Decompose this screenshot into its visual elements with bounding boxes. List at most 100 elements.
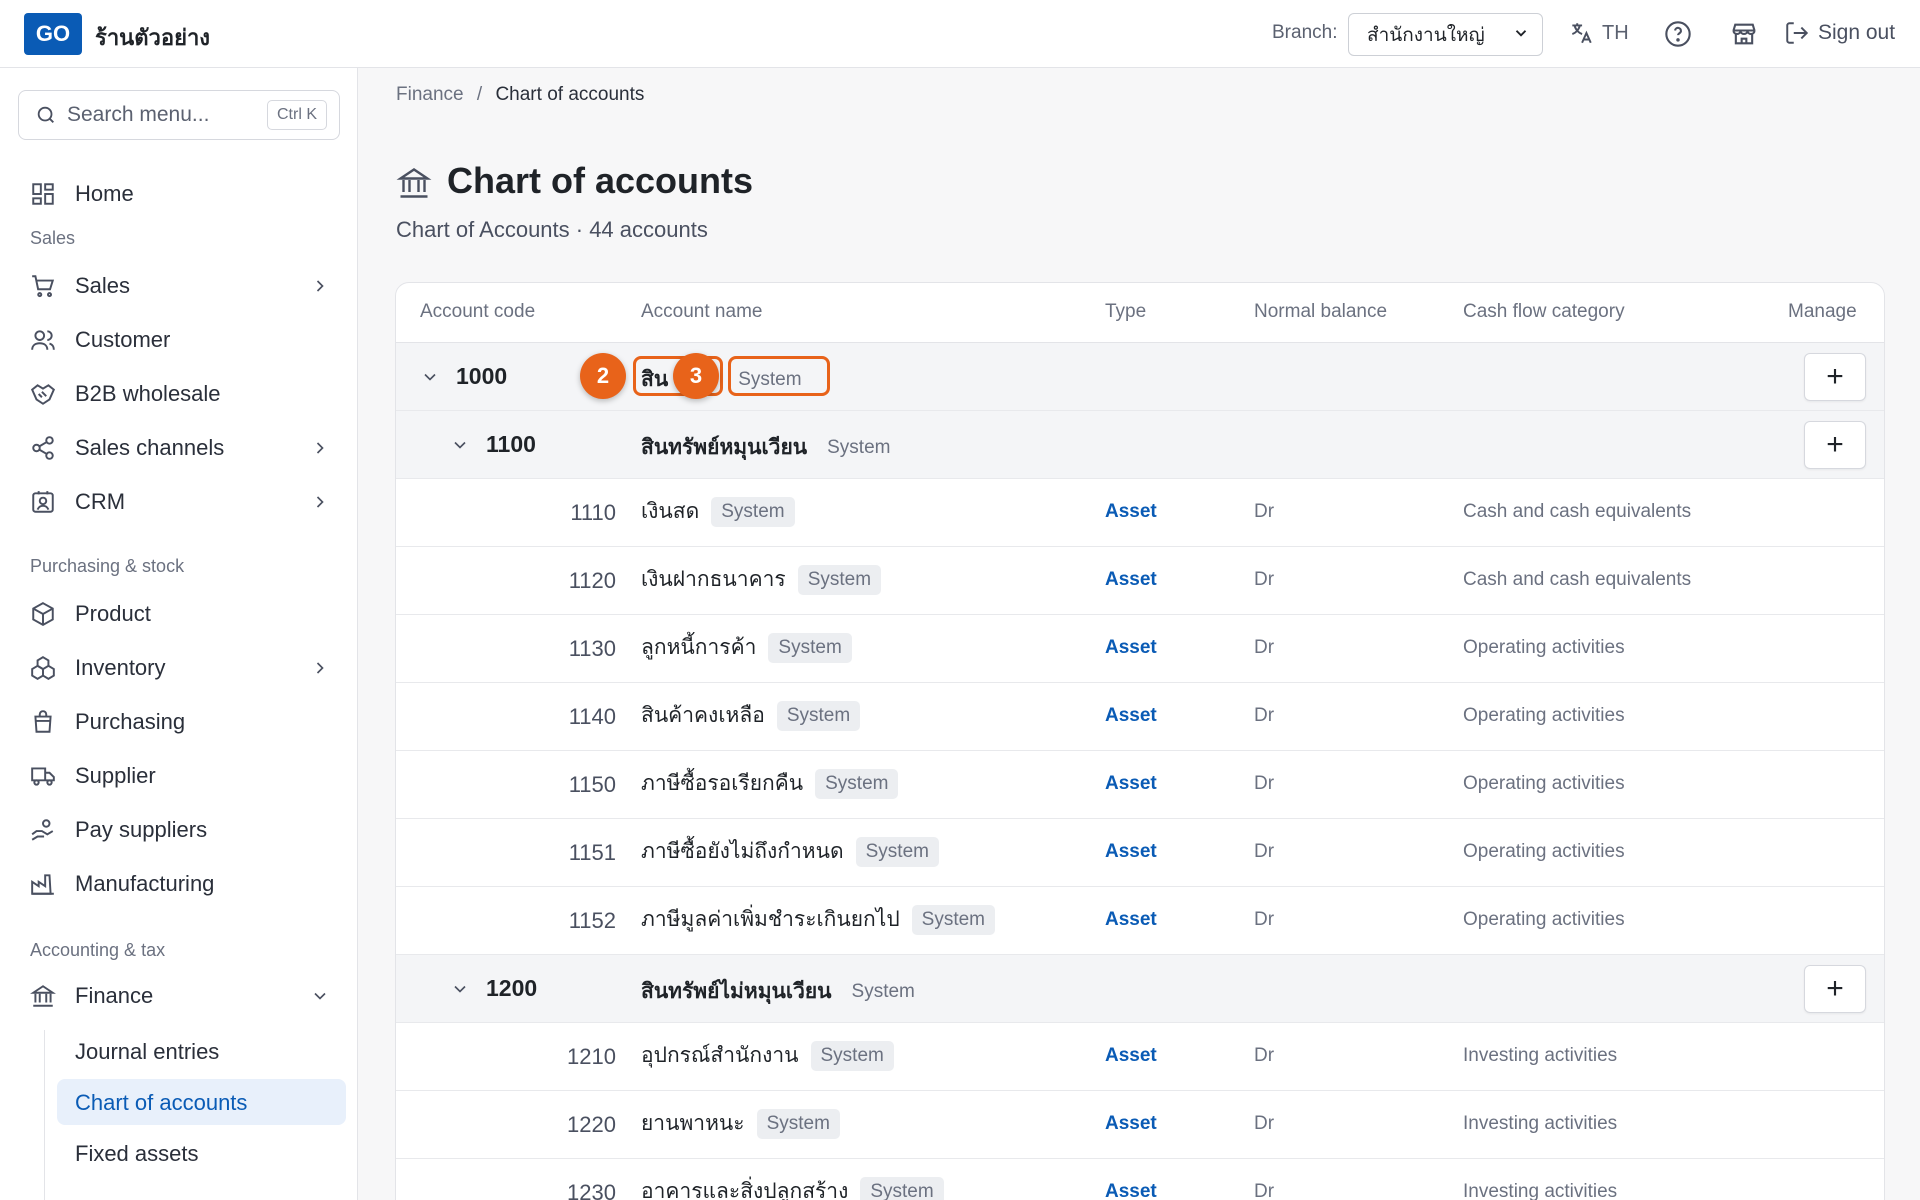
sidebar-sub-expenses[interactable]: Expenses & receivables <box>75 1192 310 1200</box>
table-row[interactable]: 1151 ภาษีซื้อยังไม่ถึงกำหนด System Asset … <box>396 819 1884 887</box>
account-type[interactable]: Asset <box>1105 501 1157 523</box>
chevron-down-icon[interactable] <box>450 435 470 455</box>
chevron-right-icon <box>316 662 324 674</box>
table-row[interactable]: 1210 อุปกรณ์สำนักงาน System Asset Dr Inve… <box>396 1023 1884 1091</box>
sidebar-item-purchasing[interactable]: Purchasing <box>30 702 330 742</box>
system-badge: System <box>855 836 939 867</box>
box-icon <box>32 602 54 626</box>
sidebar-item-finance[interactable]: Finance <box>30 976 330 1016</box>
sidebar-sub-fixed-assets[interactable]: Fixed assets <box>75 1141 199 1167</box>
cashflow-category: Cash and cash equivalents <box>1463 569 1692 590</box>
account-type[interactable]: Asset <box>1105 1113 1157 1135</box>
sidebar-item-product[interactable]: Product <box>30 594 330 634</box>
header-type: Type <box>1105 301 1147 322</box>
normal-balance: Dr <box>1254 841 1275 862</box>
table-row[interactable]: 1152 ภาษีมูลค่าเพิ่มชำระเกินยกไป System A… <box>396 887 1884 955</box>
hand-coins-icon <box>31 819 54 841</box>
chevron-down-icon <box>1515 30 1527 37</box>
table-row[interactable]: 1200 สินทรัพย์ไม่หมุนเวียน System + <box>396 955 1884 1023</box>
app-logo[interactable]: GO <box>24 13 82 55</box>
account-code: 1110 <box>570 500 616 525</box>
sidebar-item-sales-channels[interactable]: Sales channels <box>30 428 330 468</box>
sidebar-item-label: Home <box>75 181 134 206</box>
sidebar-item-supplier[interactable]: Supplier <box>30 756 330 796</box>
chevron-down-icon[interactable] <box>420 367 440 387</box>
sign-out-button[interactable]: Sign out <box>1784 20 1895 46</box>
chevron-right-icon <box>316 496 324 508</box>
sidebar-item-inventory[interactable]: Inventory <box>30 648 330 688</box>
chevron-down-icon[interactable] <box>450 979 470 999</box>
table-row[interactable]: 1130 ลูกหนี้การค้า System Asset Dr Operat… <box>396 615 1884 683</box>
table-row[interactable]: 1220 ยานพาหนะ System Asset Dr Investing a… <box>396 1091 1884 1159</box>
account-type[interactable]: Asset <box>1105 705 1157 727</box>
system-badge: System <box>851 980 915 1002</box>
account-code: 1151 <box>568 840 616 865</box>
account-type[interactable]: Asset <box>1105 569 1157 591</box>
bank-icon <box>396 168 432 198</box>
sidebar-item-sales[interactable]: Sales <box>30 266 330 306</box>
header-cashflow: Cash flow category <box>1463 301 1625 322</box>
account-code: 1200 <box>486 975 538 1001</box>
account-name-text: ภาษีซื้อรอเรียกคืน <box>641 772 804 795</box>
account-name-text: ภาษีมูลค่าเพิ่มชำระเกินยกไป <box>641 908 900 931</box>
normal-balance: Dr <box>1254 773 1275 794</box>
truck-icon <box>31 767 55 786</box>
submenu-divider <box>44 1030 45 1200</box>
account-type[interactable]: Asset <box>1105 637 1157 659</box>
account-type[interactable]: Asset <box>1105 1181 1157 1200</box>
table-row[interactable]: 1120 เงินฝากธนาคาร System Asset Dr Cash a… <box>396 547 1884 615</box>
normal-balance: Dr <box>1254 637 1275 658</box>
account-code: 1210 <box>567 1044 616 1069</box>
sidebar-sub-chart[interactable]: Chart of accounts <box>75 1090 247 1116</box>
account-name-text: เงินสด <box>641 500 700 523</box>
sidebar-sub-journal[interactable]: Journal entries <box>75 1039 219 1065</box>
breadcrumb-current: Chart of accounts <box>495 84 645 105</box>
account-name: สินทรัพย์ไม่หมุนเวียน System <box>641 975 923 1008</box>
sidebar-item-manufacturing[interactable]: Manufacturing <box>30 864 330 904</box>
add-account-button[interactable]: + <box>1804 353 1866 401</box>
language-switch[interactable]: TH <box>1568 20 1629 46</box>
cashflow-category: Operating activities <box>1463 773 1625 794</box>
system-badge: System <box>815 768 899 799</box>
sidebar-item-customer[interactable]: Customer <box>30 320 330 360</box>
sidebar-item-b2b[interactable]: B2B wholesale <box>30 374 330 414</box>
help-icon[interactable] <box>1664 20 1692 48</box>
language-label: TH <box>1602 21 1629 44</box>
system-badge: System <box>810 1040 894 1071</box>
sidebar-item-pay-suppliers[interactable]: Pay suppliers <box>30 810 330 850</box>
chevron-right-icon <box>316 280 324 292</box>
account-code: 1000 <box>456 363 508 389</box>
account-type[interactable]: Asset <box>1105 1045 1157 1067</box>
sidebar: Search menu... Ctrl K Home Sales Sales C… <box>0 68 358 1200</box>
branch-select[interactable]: สำนักงานใหญ่ <box>1348 13 1543 56</box>
account-name: สินค้าคงเหลือ System <box>641 699 861 732</box>
account-type[interactable]: Asset <box>1105 841 1157 863</box>
sidebar-item-home[interactable]: Home <box>30 174 330 214</box>
breadcrumb-parent[interactable]: Finance <box>396 84 464 105</box>
table-row[interactable]: 1150 ภาษีซื้อรอเรียกคืน System Asset Dr O… <box>396 751 1884 819</box>
account-type[interactable]: Asset <box>1105 909 1157 931</box>
table-row[interactable]: 1100 สินทรัพย์หมุนเวียน System + <box>396 411 1884 479</box>
store-icon[interactable] <box>1730 20 1758 48</box>
section-accounting: Accounting & tax <box>30 940 166 960</box>
branch-label: Branch: <box>1272 22 1338 43</box>
account-name-text: สินทรัพย์ไม่หมุนเวียน <box>641 980 832 1003</box>
table-row[interactable]: 1140 สินค้าคงเหลือ System Asset Dr Operat… <box>396 683 1884 751</box>
sidebar-item-label: Supplier <box>75 763 156 788</box>
sidebar-item-label: Sales <box>75 273 131 298</box>
search-input[interactable]: Search menu... Ctrl K <box>18 90 340 140</box>
account-code: 1152 <box>568 908 616 933</box>
table-row[interactable]: 1230 อาคารและสิ่งปลูกสร้าง System Asset D… <box>396 1159 1884 1200</box>
contact-card-icon <box>32 491 54 513</box>
account-name-text: ภาษีซื้อยังไม่ถึงกำหนด <box>641 840 844 863</box>
sidebar-item-crm[interactable]: CRM <box>30 482 330 522</box>
system-badge: System <box>860 1176 944 1200</box>
breadcrumb-separator: / <box>476 84 483 105</box>
normal-balance: Dr <box>1254 569 1275 590</box>
table-row[interactable]: 1110 เงินสด System Asset Dr Cash and cash… <box>396 479 1884 547</box>
add-account-button[interactable]: + <box>1804 965 1866 1013</box>
sidebar-item-label: Product <box>75 601 151 626</box>
add-account-button[interactable]: + <box>1804 421 1866 469</box>
account-type[interactable]: Asset <box>1105 773 1157 795</box>
system-badge: System <box>797 564 882 595</box>
